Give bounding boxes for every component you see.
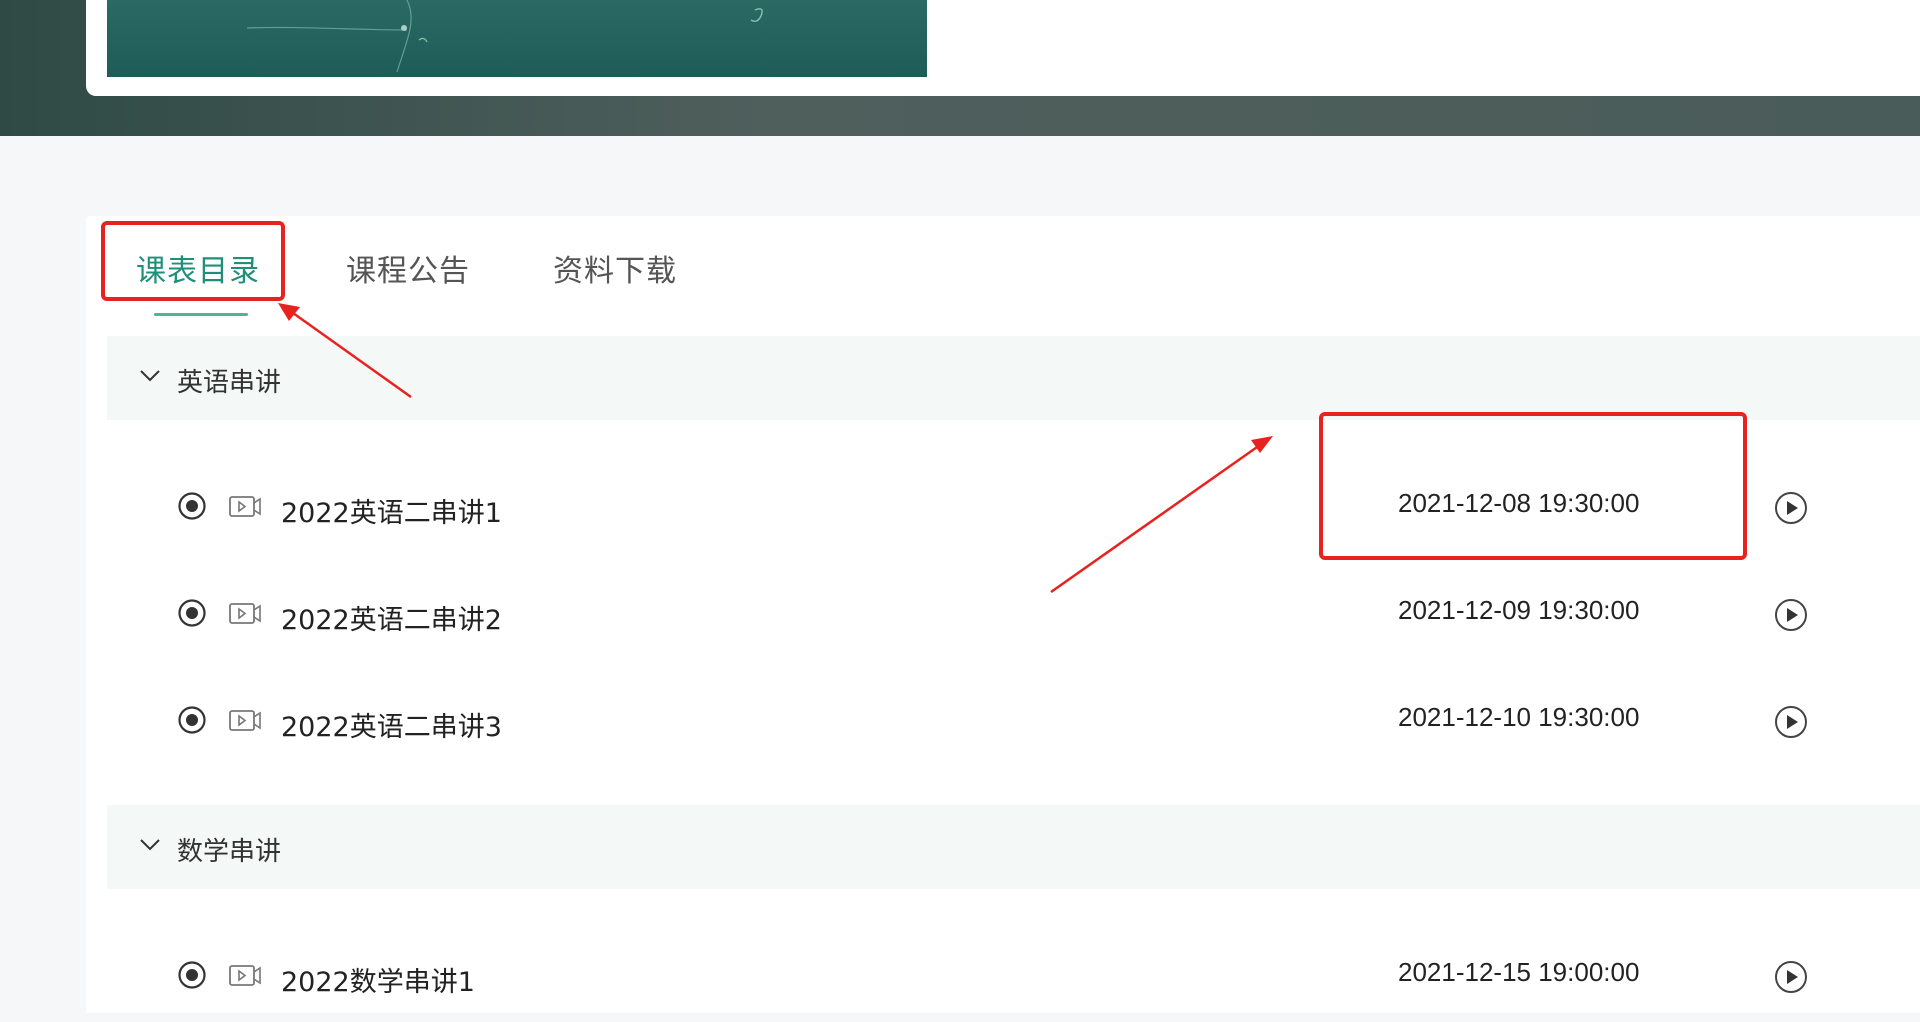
tab-downloads[interactable]: 资料下载 bbox=[553, 246, 677, 290]
course-content-panel: 课表目录 课程公告 资料下载 英语串讲 2022英语二串讲1 2021-12-0… bbox=[86, 216, 1920, 1013]
chevron-down-icon bbox=[140, 839, 160, 851]
section-header-english[interactable]: 英语串讲 bbox=[107, 336, 1920, 420]
course-cover-image bbox=[107, 0, 927, 77]
lesson-time: 2021-12-10 19:30:00 bbox=[1398, 702, 1640, 732]
radio-selected-icon bbox=[178, 706, 206, 734]
play-circle-icon[interactable] bbox=[1774, 491, 1808, 525]
lesson-time: 2021-12-09 19:30:00 bbox=[1398, 595, 1640, 625]
active-tab-indicator bbox=[154, 313, 248, 316]
play-circle-icon[interactable] bbox=[1774, 598, 1808, 632]
lesson-time: 2021-12-08 19:30:00 bbox=[1398, 488, 1640, 518]
video-icon bbox=[229, 710, 261, 731]
section-header-math[interactable]: 数学串讲 bbox=[107, 805, 1920, 889]
tab-schedule[interactable]: 课表目录 bbox=[136, 246, 260, 290]
radio-selected-icon bbox=[178, 961, 206, 989]
lesson-row[interactable]: 2022数学串讲1 2021-12-15 19:00:00 bbox=[86, 932, 1920, 1022]
lesson-title: 2022数学串讲1 bbox=[281, 967, 475, 998]
chevron-down-icon bbox=[140, 370, 160, 382]
lesson-row[interactable]: 2022英语二串讲2 2021-12-09 19:30:00 bbox=[86, 570, 1920, 660]
play-circle-icon[interactable] bbox=[1774, 705, 1808, 739]
tab-announcements[interactable]: 课程公告 bbox=[346, 246, 470, 290]
lesson-row[interactable]: 2022英语二串讲3 2021-12-10 19:30:00 bbox=[86, 677, 1920, 767]
section-title: 数学串讲 bbox=[177, 837, 282, 867]
video-icon bbox=[229, 496, 261, 517]
lesson-title: 2022英语二串讲3 bbox=[281, 712, 502, 743]
video-icon bbox=[229, 603, 261, 624]
radio-selected-icon bbox=[178, 492, 206, 520]
lesson-time: 2021-12-15 19:00:00 bbox=[1398, 957, 1640, 987]
lesson-title: 2022英语二串讲1 bbox=[281, 498, 502, 529]
video-icon bbox=[229, 965, 261, 986]
radio-selected-icon bbox=[178, 599, 206, 627]
section-title: 英语串讲 bbox=[177, 368, 282, 398]
lesson-row[interactable]: 2022英语二串讲1 2021-12-08 19:30:00 bbox=[86, 463, 1920, 553]
lesson-title: 2022英语二串讲2 bbox=[281, 605, 502, 636]
play-circle-icon[interactable] bbox=[1774, 960, 1808, 994]
course-tabs: 课表目录 课程公告 资料下载 bbox=[86, 216, 1920, 326]
